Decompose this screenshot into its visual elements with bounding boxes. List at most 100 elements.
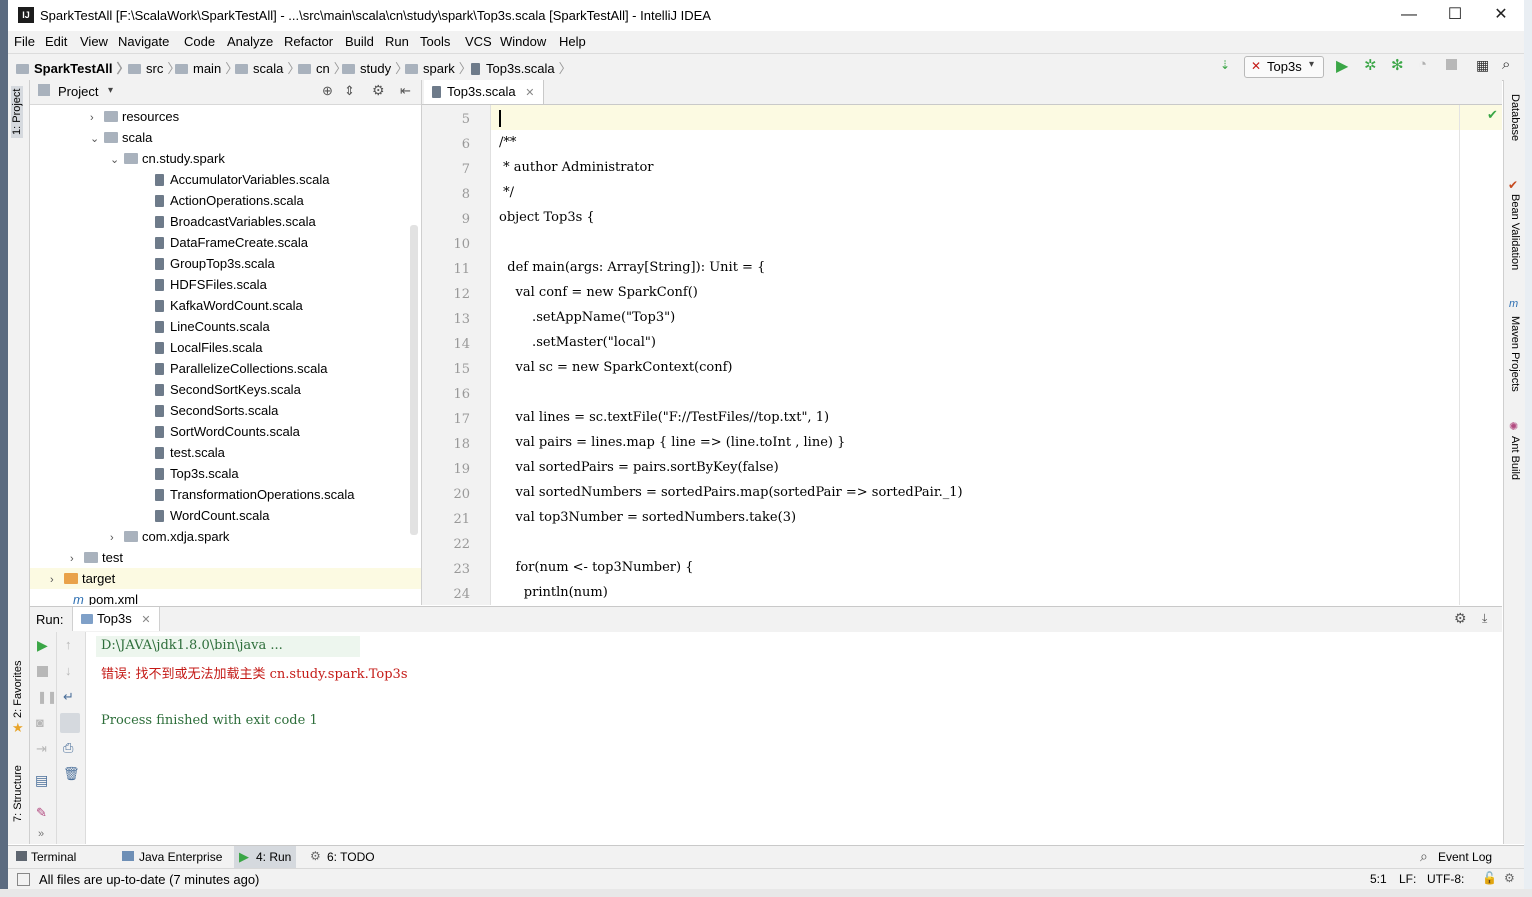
tree-scrollbar[interactable]	[410, 225, 418, 535]
tree-item[interactable]: SecondSorts.scala	[155, 400, 278, 421]
menu-edit[interactable]: Edit	[45, 34, 67, 49]
inspector-icon[interactable]: ⚙	[1504, 871, 1515, 885]
more-icon[interactable]: »	[38, 828, 44, 840]
pause-icon[interactable]: ❚❚	[37, 690, 57, 704]
pin-icon[interactable]: ✎	[36, 805, 47, 821]
menu-window[interactable]: Window	[500, 34, 546, 49]
menu-view[interactable]: View	[80, 34, 108, 49]
caret-position[interactable]: 5:1	[1370, 872, 1387, 886]
stop-icon[interactable]	[1446, 59, 1457, 70]
chevron-right-icon[interactable]: ›	[50, 570, 64, 591]
print-icon[interactable]: ⎙	[63, 740, 73, 756]
clear-all-icon[interactable]: 🗑	[63, 766, 80, 782]
menu-refactor[interactable]: Refactor	[284, 34, 333, 49]
breadcrumb-project[interactable]: SparkTestAll 〉	[16, 58, 130, 77]
tool-maven-projects[interactable]: Maven Projects	[1509, 316, 1521, 392]
tree-item[interactable]: › com.xdja.spark	[110, 526, 229, 547]
tool-structure[interactable]: 7: Structure	[12, 765, 24, 822]
run-icon[interactable]: ▶	[1336, 56, 1348, 76]
stop-icon[interactable]	[37, 666, 48, 677]
tree-item[interactable]: › target	[30, 568, 421, 591]
menu-tools[interactable]: Tools	[420, 34, 450, 49]
chevron-down-icon[interactable]: ⌄	[110, 150, 124, 171]
tree-item[interactable]: TransformationOperations.scala	[155, 484, 355, 505]
menu-navigate[interactable]: Navigate	[118, 34, 169, 49]
tab-event-log[interactable]: Event Log	[1438, 850, 1492, 864]
tree-item[interactable]: ⌄ scala	[90, 127, 152, 148]
gear-icon[interactable]: ⚙	[1454, 610, 1467, 627]
sort-down-icon[interactable]: ⇣	[1220, 58, 1230, 72]
tree-item[interactable]: SortWordCounts.scala	[155, 421, 300, 442]
menu-run[interactable]: Run	[385, 34, 409, 49]
scroll-to-end-icon[interactable]	[60, 713, 80, 733]
chevron-right-icon[interactable]: ›	[110, 528, 124, 549]
menu-file[interactable]: File	[14, 34, 35, 49]
arrow-down-icon[interactable]: ↓	[65, 663, 72, 678]
lock-icon[interactable]: 🔓	[1482, 871, 1497, 885]
layout-icon[interactable]: ▤	[35, 772, 48, 789]
file-encoding[interactable]: UTF-8:	[1427, 872, 1464, 886]
menu-code[interactable]: Code	[184, 34, 215, 49]
tool-bean-validation[interactable]: Bean Validation	[1509, 194, 1521, 270]
project-view-select[interactable]: Project	[58, 84, 98, 99]
tool-project[interactable]: 1: Project	[11, 85, 23, 138]
project-structure-icon[interactable]: ▦	[1476, 57, 1489, 74]
arrow-up-icon[interactable]: ↑	[65, 637, 72, 652]
breadcrumb-file[interactable]: Top3s.scala 〉	[471, 58, 572, 77]
gear-icon[interactable]: ⚙	[372, 82, 385, 99]
breadcrumb-study[interactable]: study 〉	[342, 58, 408, 77]
tree-item[interactable]: LineCounts.scala	[155, 316, 270, 337]
exit-icon[interactable]: ⇥	[36, 741, 47, 757]
tree-item[interactable]: DataFrameCreate.scala	[155, 232, 308, 253]
tree-item[interactable]: GroupTop3s.scala	[155, 253, 275, 274]
tree-item[interactable]: HDFSFiles.scala	[155, 274, 267, 295]
breadcrumb-src[interactable]: src 〉	[128, 58, 180, 77]
hide-panel-icon[interactable]: ⤓	[1482, 611, 1487, 626]
tree-item[interactable]: SecondSortKeys.scala	[155, 379, 301, 400]
tree-item[interactable]: ActionOperations.scala	[155, 190, 304, 211]
close-tab-icon[interactable]: ✕	[525, 87, 534, 99]
tree-item[interactable]: › test	[70, 547, 123, 568]
tree-item[interactable]: WordCount.scala	[155, 505, 269, 526]
tab-todo[interactable]: 6: TODO	[327, 850, 375, 864]
breadcrumb-main[interactable]: main 〉	[175, 58, 238, 77]
tree-item[interactable]: test.scala	[155, 442, 225, 463]
breadcrumb-spark[interactable]: spark 〉	[405, 58, 472, 77]
debug-icon[interactable]: ✲	[1364, 56, 1377, 74]
code-editor[interactable]: /** * author Administrator */ object Top3…	[491, 105, 1502, 605]
menu-build[interactable]: Build	[345, 34, 374, 49]
chevron-down-icon[interactable]: ⌄	[90, 129, 104, 150]
breadcrumb-cn[interactable]: cn 〉	[298, 58, 347, 77]
editor-tab-top3s[interactable]: Top3s.scala ✕	[424, 80, 544, 104]
tree-item[interactable]: m pom.xml	[73, 589, 138, 605]
toggle-tool-windows-icon[interactable]	[17, 873, 30, 886]
rerun-icon[interactable]: ▶	[37, 637, 48, 654]
tool-database[interactable]: Database	[1509, 94, 1521, 141]
minimize-button[interactable]: —	[1386, 0, 1432, 30]
chevron-right-icon[interactable]: ›	[90, 108, 104, 129]
tab-terminal[interactable]: Terminal	[31, 850, 76, 864]
locate-file-icon[interactable]: ⊕	[322, 83, 333, 99]
run-tab-top3s[interactable]: Top3s ✕	[72, 607, 160, 631]
chevron-down-icon[interactable]: ▾	[108, 85, 113, 96]
soft-wrap-icon[interactable]: ↵	[63, 689, 74, 705]
collapse-all-icon[interactable]: ⇕	[344, 83, 355, 99]
tree-item[interactable]: KafkaWordCount.scala	[155, 295, 303, 316]
menu-help[interactable]: Help	[559, 34, 586, 49]
tab-run[interactable]: 4: Run	[256, 850, 291, 864]
breadcrumb-scala[interactable]: scala 〉	[235, 58, 300, 77]
profile-icon[interactable]: ◔	[1418, 56, 1427, 73]
menu-vcs[interactable]: VCS	[465, 34, 492, 49]
tab-java-enterprise[interactable]: Java Enterprise	[139, 850, 222, 864]
hide-panel-icon[interactable]: ⇤	[400, 83, 411, 99]
line-separator[interactable]: LF:	[1399, 872, 1416, 886]
tree-item[interactable]: Top3s.scala	[155, 463, 239, 484]
run-console[interactable]: D:\JAVA\jdk1.8.0\bin\java ... 错误: 找不到或无法加…	[86, 632, 1502, 844]
tool-favorites[interactable]: 2: Favorites	[12, 661, 24, 718]
tree-item[interactable]: ParallelizeCollections.scala	[155, 358, 328, 379]
tool-ant-build[interactable]: Ant Build	[1509, 436, 1521, 480]
chevron-right-icon[interactable]: ›	[70, 549, 84, 570]
tree-item[interactable]: LocalFiles.scala	[155, 337, 263, 358]
menu-analyze[interactable]: Analyze	[227, 34, 273, 49]
coverage-icon[interactable]: ✻	[1391, 56, 1404, 74]
